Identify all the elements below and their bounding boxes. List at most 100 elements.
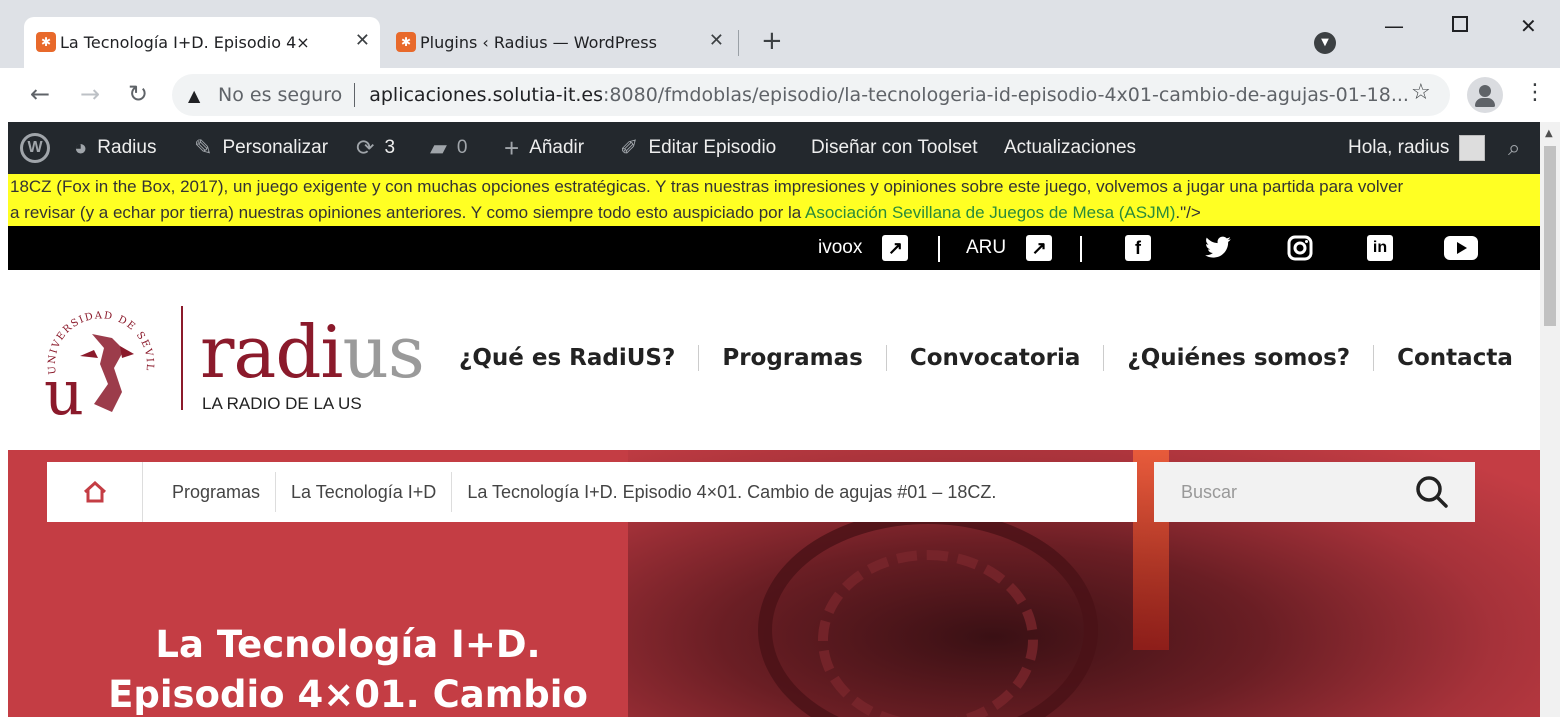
wp-updates-label: Actualizaciones [1004, 137, 1137, 158]
social-divider [1080, 236, 1082, 262]
wp-customize-label: Personalizar [222, 137, 329, 158]
dashboard-gauge-icon: ◕ [74, 135, 88, 160]
youtube-icon[interactable] [1444, 235, 1478, 261]
tab-title: La Tecnología I+D. Episodio 4× [60, 33, 310, 52]
logo-suffix: us [342, 310, 424, 394]
page-scrollbar[interactable]: ▲ [1540, 122, 1560, 717]
external-link-icon: ↗ [882, 235, 909, 261]
tab-search-icon[interactable]: ▼ [1314, 32, 1336, 54]
wp-account-menu[interactable]: Hola, radius [1348, 122, 1486, 174]
logo-tagline: LA RADIO DE LA US [202, 394, 362, 413]
aru-label: ARU [966, 237, 1007, 258]
home-icon[interactable] [47, 462, 143, 522]
nav-contacta[interactable]: Contacta [1373, 345, 1536, 371]
nav-programas[interactable]: Programas [698, 345, 886, 371]
address-divider [354, 83, 356, 107]
logo-main: radi [200, 310, 343, 394]
pencil-icon: ✐ [620, 135, 639, 160]
wp-updates-number: 3 [384, 137, 396, 158]
new-tab-button[interactable]: + [761, 28, 783, 54]
title-line-1: La Tecnología I+D. [155, 623, 541, 666]
forward-icon[interactable]: → [80, 80, 100, 108]
universidad-sevilla-seal-icon[interactable]: UNIVERSIDAD DE SEVILLA u [42, 304, 160, 422]
search-box[interactable]: Buscar [1154, 462, 1475, 522]
wp-updates-count[interactable]: ⟳ 3 [356, 122, 395, 174]
social-bar: ivoox ↗ ARU ↗ f in [8, 226, 1540, 270]
page-title: La Tecnología I+D. Episodio 4×01. Cambio [98, 620, 598, 717]
minimize-icon[interactable]: — [1384, 14, 1404, 38]
twitter-icon[interactable] [1204, 235, 1232, 261]
ivoox-label: ivoox [818, 237, 863, 258]
nav-que-es-radius[interactable]: ¿Qué es RadiUS? [436, 345, 698, 371]
ivoox-link[interactable]: ivoox ↗ [818, 226, 909, 270]
wp-updates[interactable]: Actualizaciones [1004, 122, 1136, 174]
comment-bubble-icon: ▰ [430, 135, 447, 160]
xampp-favicon-icon: ✱ [396, 32, 416, 52]
wp-logo-menu[interactable]: W [20, 122, 50, 174]
wp-site-menu[interactable]: ◕ Radius [74, 122, 156, 174]
facebook-icon[interactable]: f [1124, 235, 1152, 261]
asjm-link[interactable]: Asociación Sevillana de Juegos de Mesa (… [805, 203, 1175, 222]
html-fragment: ."/> [1175, 203, 1201, 222]
browser-menu-icon[interactable]: ⋮ [1524, 80, 1546, 105]
wp-site-name: Radius [97, 137, 157, 158]
search-placeholder[interactable]: Buscar [1181, 482, 1237, 503]
tab-title: Plugins ‹ Radius — WordPress [420, 33, 657, 52]
instagram-icon[interactable] [1286, 235, 1314, 261]
browser-window: ✱ La Tecnología I+D. Episodio 4× ✕ ✱ Plu… [0, 0, 1560, 717]
highlighted-description: 18CZ (Fox in the Box, 2017), un juego ex… [8, 174, 1540, 226]
updates-refresh-icon: ⟳ [356, 135, 375, 160]
breadcrumb-programas[interactable]: Programas [157, 472, 277, 512]
scrollbar-thumb[interactable] [1544, 146, 1556, 326]
insecure-label[interactable]: No es seguro [218, 84, 342, 106]
description-line-2: a revisar (y a echar por tierra) nuestra… [10, 200, 1540, 226]
window-close-icon[interactable]: ✕ [1520, 14, 1537, 38]
title-line-2: Episodio 4×01. Cambio [108, 673, 588, 716]
scroll-up-icon[interactable]: ▲ [1545, 128, 1553, 139]
wp-add-new-label: Añadir [529, 137, 585, 158]
tab-plugins[interactable]: ✱ Plugins ‹ Radius — WordPress ✕ [384, 17, 734, 68]
wp-comments[interactable]: ▰ 0 [430, 122, 468, 174]
description-line-1: 18CZ (Fox in the Box, 2017), un juego ex… [10, 177, 1404, 196]
radius-logo[interactable]: radius [200, 310, 425, 394]
page-viewport: W ◕ Radius ✎ Personalizar ⟳ 3 ▰ 0 + Añad… [8, 122, 1540, 717]
search-icon: ⌕ [1508, 135, 1521, 160]
wp-toolset[interactable]: Diseñar con Toolset [811, 122, 978, 174]
close-icon[interactable]: ✕ [709, 30, 724, 51]
search-icon[interactable] [1415, 475, 1449, 509]
nav-quienes-somos[interactable]: ¿Quiénes somos? [1103, 345, 1373, 371]
back-icon[interactable]: ← [30, 80, 50, 108]
address-bar[interactable]: ▲ No es seguro aplicaciones.solutia-it.e… [172, 74, 1450, 116]
wp-edit-label: Editar Episodio [648, 137, 777, 158]
breadcrumb-program[interactable]: La Tecnología I+D [276, 472, 453, 512]
main-navigation: ¿Qué es RadiUS? Programas Convocatoria ¿… [436, 340, 1536, 376]
tab-strip: ✱ La Tecnología I+D. Episodio 4× ✕ ✱ Plu… [0, 0, 1560, 68]
bookmark-star-icon[interactable]: ☆ [1411, 80, 1431, 105]
maximize-icon[interactable] [1452, 16, 1468, 32]
wp-admin-bar: W ◕ Radius ✎ Personalizar ⟳ 3 ▰ 0 + Añad… [8, 122, 1540, 174]
plus-icon: + [504, 132, 520, 163]
aru-link[interactable]: ARU ↗ [966, 226, 1053, 270]
breadcrumb: Programas La Tecnología I+D La Tecnologí… [47, 462, 1137, 522]
warning-icon: ▲ [188, 85, 201, 105]
wp-edit-episode[interactable]: ✐ Editar Episodio [620, 122, 776, 174]
nav-convocatoria[interactable]: Convocatoria [885, 345, 1104, 371]
wp-add-new[interactable]: + Añadir [504, 122, 584, 174]
reload-icon[interactable]: ↻ [128, 80, 148, 108]
wp-comments-number: 0 [456, 137, 468, 158]
profile-avatar-icon[interactable] [1467, 77, 1503, 113]
description-text: a revisar (y a echar por tierra) nuestra… [10, 203, 806, 222]
wp-customize[interactable]: ✎ Personalizar [194, 122, 328, 174]
social-divider [938, 236, 940, 262]
linkedin-icon[interactable]: in [1366, 235, 1394, 261]
logo-divider [181, 306, 183, 410]
site-header: UNIVERSIDAD DE SEVILLA u radius LA RADIO… [8, 270, 1540, 450]
tab-episode[interactable]: ✱ La Tecnología I+D. Episodio 4× ✕ [24, 17, 380, 68]
wp-search[interactable]: ⌕ [1508, 122, 1520, 174]
wordpress-logo-icon: W [20, 133, 50, 163]
svg-text:u: u [44, 356, 84, 422]
user-avatar-icon [1459, 135, 1486, 161]
close-icon[interactable]: ✕ [355, 30, 370, 51]
breadcrumb-current: La Tecnología I+D. Episodio 4×01. Cambio… [467, 481, 997, 502]
tab-separator [738, 30, 739, 56]
